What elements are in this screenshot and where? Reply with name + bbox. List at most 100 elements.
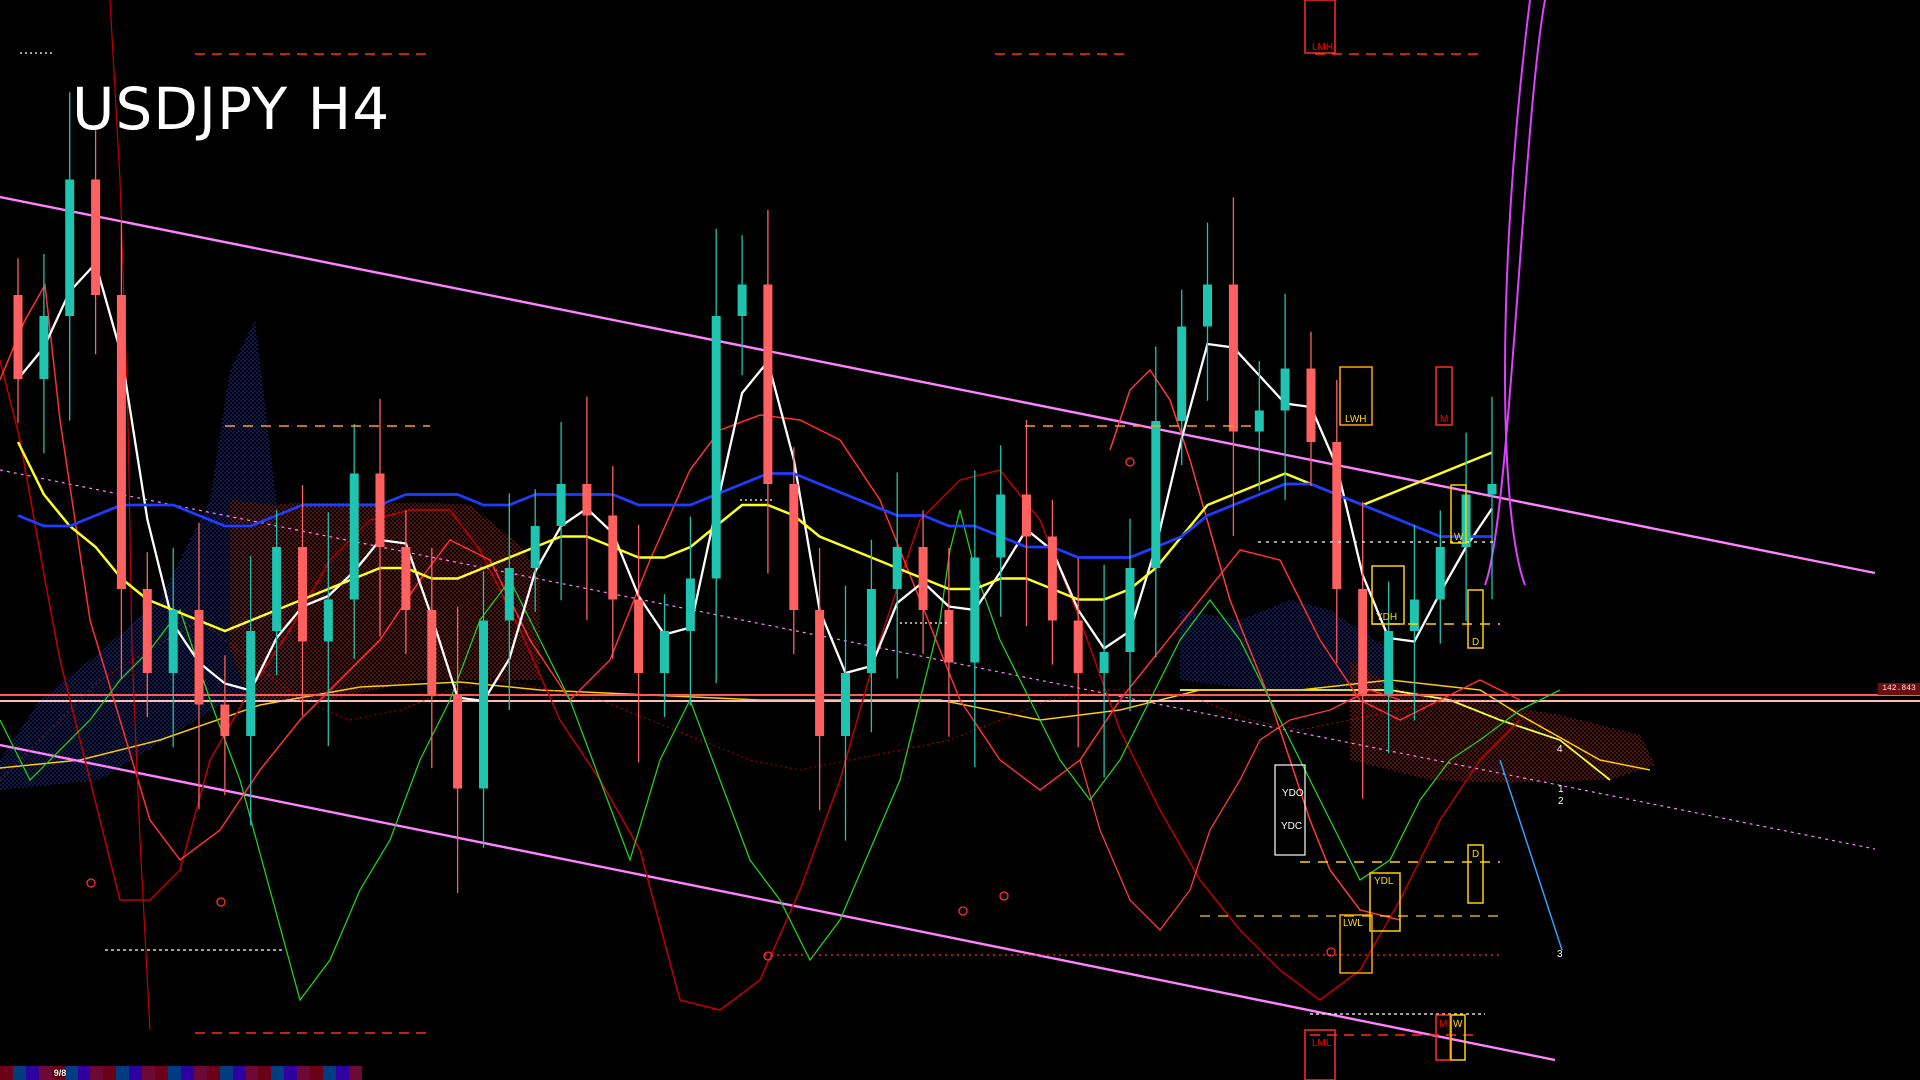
bearish-candlestick[interactable] [427, 610, 437, 694]
bearish-candlestick[interactable] [944, 610, 954, 663]
status-swatch [38, 1066, 52, 1080]
bullish-candlestick[interactable] [660, 631, 669, 673]
bullish-candlestick[interactable] [892, 547, 902, 589]
bearish-candlestick[interactable] [194, 610, 204, 705]
chart-title: USDJPY H4 [72, 75, 391, 143]
bullish-candlestick[interactable] [39, 316, 49, 379]
wave-label-3: 3 [1557, 949, 1563, 960]
bearish-candlestick[interactable] [142, 589, 152, 673]
label-d-top: D [1472, 637, 1479, 648]
status-swatch [219, 1066, 233, 1080]
wave-label-2: 2 [1558, 796, 1564, 807]
bearish-candlestick[interactable] [608, 515, 618, 600]
trading-chart-screen: { "header": { "title": "USDJPY H4" }, "s… [0, 0, 1920, 1080]
bullish-candlestick[interactable] [349, 473, 359, 600]
label-lmh: LMH [1312, 42, 1333, 53]
bullish-candlestick[interactable] [1409, 599, 1419, 632]
bullish-candlestick[interactable] [841, 673, 850, 736]
bullish-candlestick[interactable] [246, 631, 256, 736]
status-swatch [129, 1066, 143, 1080]
bullish-candlestick[interactable] [530, 526, 540, 568]
status-swatch [245, 1066, 259, 1080]
label-w-top: W [1454, 532, 1464, 543]
bearish-candlestick[interactable] [1073, 620, 1083, 674]
bullish-candlestick[interactable] [1280, 368, 1290, 411]
bullish-candlestick[interactable] [556, 484, 566, 526]
bullish-candlestick[interactable] [1125, 568, 1135, 652]
bearish-candlestick[interactable] [763, 284, 773, 485]
bullish-candlestick[interactable] [866, 589, 876, 673]
wave-label-4: 4 [1557, 744, 1563, 755]
status-swatch [206, 1066, 220, 1080]
bullish-candlestick[interactable] [1435, 547, 1445, 600]
bearish-candlestick[interactable] [453, 694, 463, 789]
bearish-candlestick[interactable] [918, 547, 928, 610]
bullish-candlestick[interactable] [272, 547, 282, 631]
bearish-candlestick[interactable] [375, 473, 385, 548]
status-swatch [271, 1066, 285, 1080]
status-swatch [348, 1066, 362, 1080]
bullish-candlestick[interactable] [1151, 421, 1161, 568]
wave-label-1: 1 [1558, 784, 1564, 795]
label-ydh: YDH [1376, 612, 1397, 623]
bearish-candlestick[interactable] [1332, 442, 1342, 589]
label-ydl: YDL [1374, 876, 1394, 887]
status-swatch [310, 1066, 324, 1080]
bearish-candlestick[interactable] [298, 547, 307, 642]
bullish-candlestick[interactable] [479, 620, 488, 789]
bullish-candlestick[interactable] [711, 316, 721, 579]
status-swatch [180, 1066, 194, 1080]
status-counter: 9/8 [53, 1068, 67, 1078]
bullish-candlestick[interactable] [996, 494, 1006, 558]
status-swatch [167, 1066, 181, 1080]
bearish-candlestick[interactable] [91, 179, 101, 296]
status-swatch [142, 1066, 156, 1080]
bearish-candlestick[interactable] [1358, 589, 1368, 694]
bullish-candlestick[interactable] [168, 610, 178, 673]
bearish-candlestick[interactable] [220, 704, 230, 737]
label-ydc: YDC [1281, 821, 1302, 832]
label-lml: LML [1312, 1038, 1332, 1049]
bottom-status-strip[interactable]: 9/8 [0, 1066, 362, 1080]
status-swatch [297, 1066, 311, 1080]
label-lwh: LWH [1345, 414, 1366, 425]
bullish-candlestick[interactable] [970, 557, 980, 663]
status-swatch [193, 1066, 207, 1080]
bearish-candlestick[interactable] [116, 295, 126, 589]
bullish-candlestick[interactable] [1384, 631, 1394, 694]
bullish-candlestick[interactable] [65, 179, 75, 317]
bullish-candlestick[interactable] [1487, 484, 1497, 495]
bearish-candlestick[interactable] [1022, 494, 1031, 537]
bearish-candlestick[interactable] [13, 295, 23, 379]
status-swatch [12, 1066, 26, 1080]
status-swatch [90, 1066, 104, 1080]
bearish-candlestick[interactable] [1228, 284, 1238, 432]
status-swatch [77, 1066, 91, 1080]
status-swatch [335, 1066, 349, 1080]
status-swatch [0, 1066, 13, 1080]
bullish-candlestick[interactable] [1177, 326, 1187, 422]
bullish-candlestick[interactable] [1099, 652, 1109, 673]
bullish-candlestick[interactable] [737, 284, 747, 317]
bearish-candlestick[interactable] [1047, 536, 1057, 621]
bullish-candlestick[interactable] [1254, 410, 1264, 432]
bearish-candlestick[interactable] [815, 610, 825, 736]
status-swatch [116, 1066, 130, 1080]
bearish-candlestick[interactable] [789, 484, 799, 610]
bearish-candlestick[interactable] [401, 547, 411, 610]
bullish-candlestick[interactable] [685, 578, 695, 632]
chart-canvas[interactable]: LMH LWH M W YDH D YDO YDC YDL LWL D LML [0, 0, 1920, 1080]
status-swatch [232, 1066, 246, 1080]
bearish-candlestick[interactable] [582, 484, 592, 516]
bullish-candlestick[interactable] [504, 568, 514, 621]
current-price-tag: 142.843 [1878, 683, 1920, 695]
bearish-candlestick[interactable] [634, 599, 644, 674]
label-d-lower: D [1472, 849, 1479, 860]
bullish-candlestick[interactable] [323, 599, 333, 642]
bullish-candlestick[interactable] [1203, 284, 1212, 327]
bearish-candlestick[interactable] [1306, 368, 1316, 443]
label-ydo: YDO [1282, 788, 1304, 799]
status-swatch [284, 1066, 298, 1080]
status-swatch [155, 1066, 168, 1080]
status-swatch [258, 1066, 272, 1080]
